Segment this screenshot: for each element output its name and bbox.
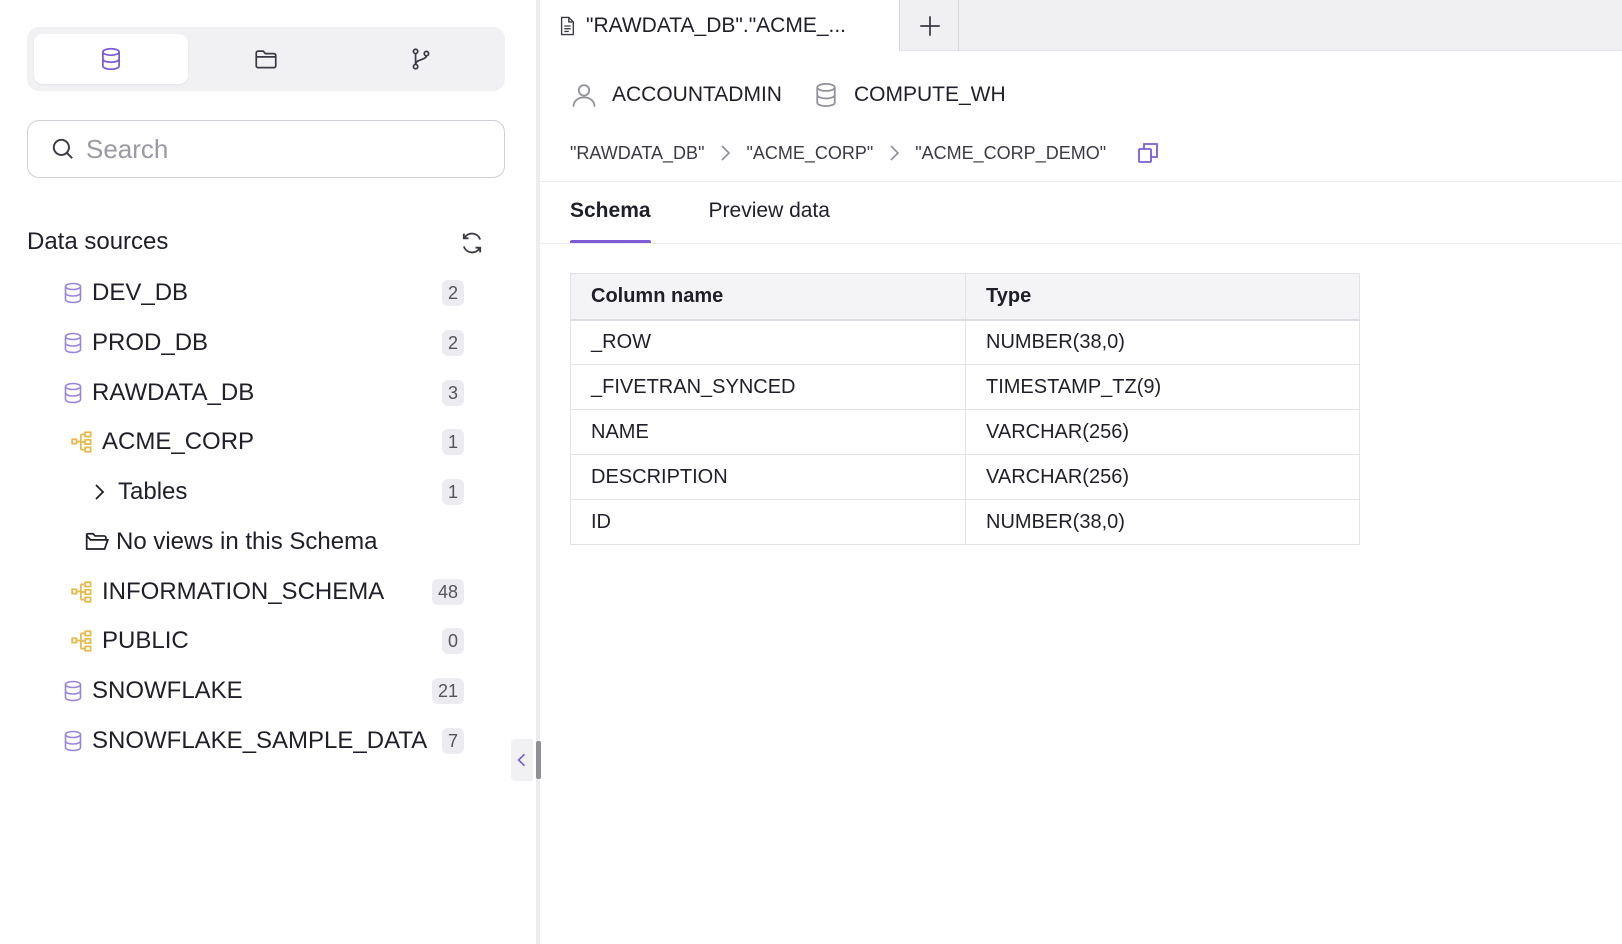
table-row: ID NUMBER(38,0) [570,499,1360,545]
tree-item-label: ACME_CORP [102,428,255,455]
cell-type: VARCHAR(256) [965,454,1360,500]
database-icon [60,330,86,356]
cell-column-name: ID [570,499,966,545]
chevron-right-icon [887,144,901,162]
tree-item-label: INFORMATION_SCHEMA [102,578,385,605]
folder-open-icon [84,529,110,555]
column-header-name[interactable]: Column name [570,273,966,321]
table-row: NAME VARCHAR(256) [570,409,1360,455]
tree-item-prod-db[interactable]: PROD_DB 2 [60,323,480,363]
tree-item-rawdata-db[interactable]: RAWDATA_DB 3 [60,373,480,413]
table-row: _ROW NUMBER(38,0) [570,319,1360,365]
folder-icon [255,50,277,69]
count-badge: 1 [441,479,464,505]
warehouse-selector[interactable]: COMPUTE_WH [812,81,1006,109]
role-name: ACCOUNTADMIN [612,83,782,106]
tree-item-label: PROD_DB [92,329,209,356]
warehouse-name: COMPUTE_WH [853,83,1006,106]
schema-table: Column name Type _ROW NUMBER(38,0) _FIVE… [570,273,1360,545]
breadcrumb: "RAWDATA_DB" "ACME_CORP" "ACME_CORP_DEMO… [570,138,1160,168]
search-icon [52,138,73,159]
cell-column-name: DESCRIPTION [570,454,966,500]
refresh-icon[interactable] [458,229,486,257]
table-header-row: Column name Type [570,273,1360,321]
data-sources-title: Data sources [27,228,169,255]
tree-item-information-schema[interactable]: INFORMATION_SCHEMA 48 [70,572,480,612]
role-selector[interactable]: ACCOUNTADMIN [570,81,782,109]
count-badge: 2 [441,280,464,306]
database-icon [816,83,836,107]
tree-item-tables[interactable]: Tables 1 [86,472,480,512]
count-badge: 3 [441,380,464,406]
files-view-button[interactable] [189,34,343,84]
tree-item-label: SNOWFLAKE [92,677,243,704]
tree-item-snowflake[interactable]: SNOWFLAKE 21 [60,671,480,711]
cell-type: TIMESTAMP_TZ(9) [965,364,1360,410]
tab-label: "RAWDATA_DB"."ACME_... [586,13,847,37]
tab-rawdata-acme[interactable]: "RAWDATA_DB"."ACME_... [540,0,900,51]
detail-tabs: Schema Preview data [570,196,888,244]
new-tab-button[interactable] [901,0,959,51]
cell-type: NUMBER(38,0) [965,499,1360,545]
cell-type: VARCHAR(256) [965,409,1360,455]
divider [540,243,1622,244]
schema-icon [70,429,96,455]
cell-column-name: NAME [570,409,966,455]
view-switcher [27,27,505,91]
database-icon [102,47,120,71]
tree-item-label: DEV_DB [92,279,189,306]
tree-item-label: RAWDATA_DB [92,379,255,406]
database-icon [60,678,86,704]
chevron-left-icon [517,753,526,767]
tree-item-acme-corp[interactable]: ACME_CORP 1 [70,422,480,462]
databases-view-button[interactable] [34,34,188,84]
tree-item-snowflake-sample-data[interactable]: SNOWFLAKE_SAMPLE_DATA 7 [60,721,480,761]
tab-preview-data[interactable]: Preview data [709,196,830,244]
tab-bar: "RAWDATA_DB"."ACME_... [540,0,1622,51]
schema-icon [70,628,96,654]
user-icon [572,84,596,107]
schema-icon [70,579,96,605]
count-badge: 2 [441,330,464,356]
breadcrumb-table[interactable]: "ACME_CORP_DEMO" [915,143,1106,164]
count-badge: 0 [441,628,464,654]
count-badge: 21 [431,678,464,704]
tab-schema[interactable]: Schema [570,196,651,244]
search-input[interactable] [86,133,486,165]
collapse-sidebar-button[interactable] [511,739,533,781]
tree-item-public[interactable]: PUBLIC 0 [70,621,480,661]
search-box[interactable] [27,120,505,178]
tree-item-label: Tables [118,478,188,505]
git-view-button[interactable] [344,34,498,84]
main-panel: "RAWDATA_DB"."ACME_... ACCOUNTADMIN COMP… [540,0,1622,944]
plus-icon [919,15,940,36]
column-header-type[interactable]: Type [965,273,1360,321]
cell-type: NUMBER(38,0) [965,319,1360,365]
git-branch-icon [412,48,430,70]
count-badge: 48 [431,579,464,605]
tree-item-dev-db[interactable]: DEV_DB 2 [60,273,480,313]
sidebar: Data sources DEV_DB 2 PROD_DB 2 RAWDATA_… [0,0,537,944]
chevron-right-icon [718,144,732,162]
database-icon [60,280,86,306]
cell-column-name: _FIVETRAN_SYNCED [570,364,966,410]
tree-item-no-views: No views in this Schema [84,522,480,562]
cell-column-name: _ROW [570,319,966,365]
file-icon [560,16,574,35]
divider [540,181,1622,182]
tree-item-label: PUBLIC [102,627,189,654]
table-row: DESCRIPTION VARCHAR(256) [570,454,1360,500]
tree-item-label: SNOWFLAKE_SAMPLE_DATA [92,727,428,754]
table-row: _FIVETRAN_SYNCED TIMESTAMP_TZ(9) [570,364,1360,410]
chevron-right-icon[interactable] [86,479,112,505]
breadcrumb-schema[interactable]: "ACME_CORP" [746,143,873,164]
tree-item-label: No views in this Schema [116,528,378,555]
count-badge: 1 [441,429,464,455]
breadcrumb-database[interactable]: "RAWDATA_DB" [570,143,704,164]
copy-icon[interactable] [1136,141,1160,165]
database-icon [60,728,86,754]
database-icon [60,380,86,406]
context-bar: ACCOUNTADMIN COMPUTE_WH [570,78,1036,112]
count-badge: 7 [441,728,464,754]
